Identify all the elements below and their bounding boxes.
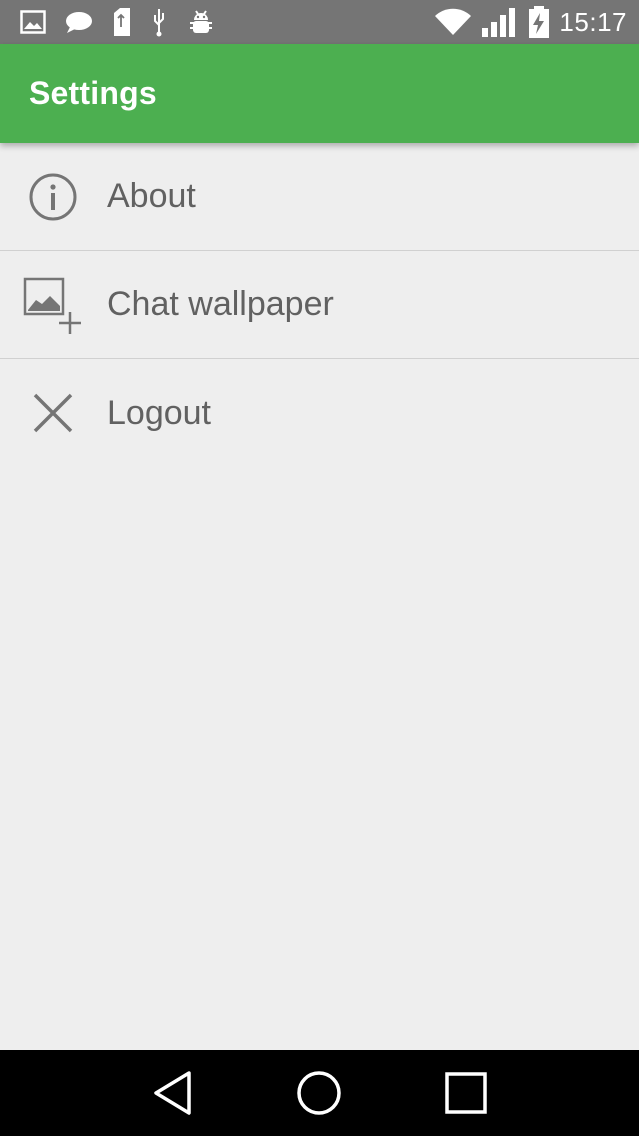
status-time: 15:17 — [559, 6, 627, 37]
settings-item-label: Logout — [107, 393, 211, 432]
recents-button[interactable] — [438, 1065, 494, 1121]
info-icon — [22, 166, 84, 228]
system-indicators: 15:17 — [425, 5, 627, 39]
page-title: Settings — [29, 75, 157, 111]
home-button[interactable] — [291, 1065, 347, 1121]
settings-item-logout[interactable]: Logout — [0, 359, 639, 467]
settings-item-label: About — [107, 177, 196, 215]
add-wallpaper-icon — [22, 274, 84, 336]
back-icon — [154, 1071, 191, 1115]
app-bar: Settings — [0, 44, 639, 143]
back-button[interactable] — [145, 1065, 201, 1121]
settings-item-about[interactable]: About — [0, 143, 639, 251]
navigation-bar — [0, 1050, 639, 1136]
recents-icon — [445, 1072, 487, 1114]
chat-bubble-icon — [64, 10, 94, 34]
signal-icon — [481, 6, 519, 38]
settings-list: About Chat wallpaper Logout — [0, 143, 639, 467]
close-icon — [22, 382, 84, 444]
wifi-icon — [433, 7, 473, 37]
notification-icons — [20, 7, 234, 37]
status-bar: 15:17 — [0, 0, 639, 44]
battery-charging-icon — [527, 5, 551, 39]
settings-item-label: Chat wallpaper — [107, 285, 334, 323]
sd-card-icon — [112, 7, 132, 37]
settings-item-chat-wallpaper[interactable]: Chat wallpaper — [0, 251, 639, 359]
home-icon — [297, 1071, 342, 1115]
android-debug-icon — [186, 7, 216, 37]
usb-icon — [150, 7, 168, 37]
settings-screen: 15:17 Settings About Chat wallpaper Logo… — [0, 0, 639, 1136]
image-icon — [20, 10, 46, 34]
